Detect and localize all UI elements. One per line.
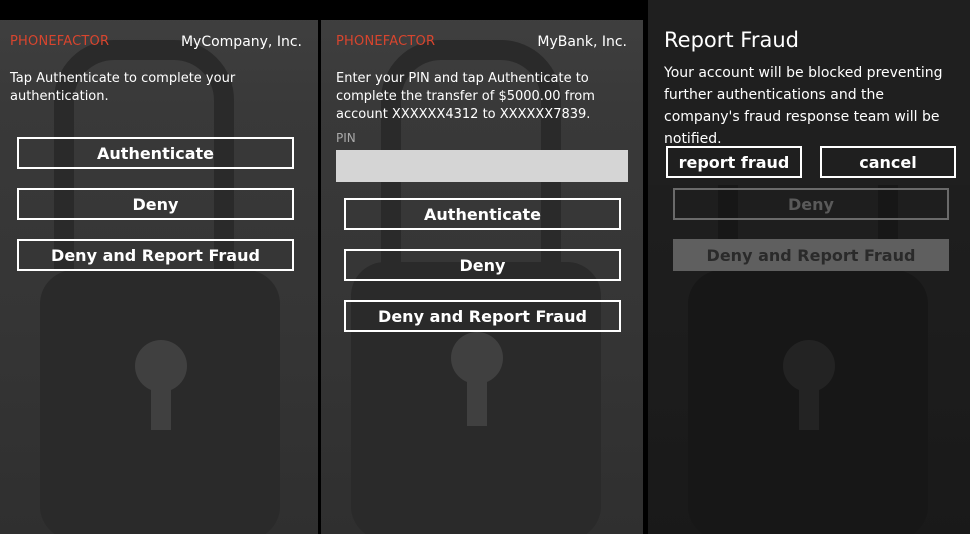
- dialog-title: Report Fraud: [664, 28, 799, 52]
- deny-button[interactable]: Deny: [17, 188, 294, 220]
- brand-label: PHONEFACTOR: [10, 34, 110, 49]
- deny-button: Deny: [673, 188, 949, 220]
- pin-input[interactable]: [336, 150, 628, 182]
- lock-icon: [40, 40, 280, 534]
- pin-label: PIN: [336, 131, 356, 145]
- screen-authenticate: PHONEFACTOR MyCompany, Inc. Tap Authenti…: [0, 0, 318, 534]
- company-name: MyBank, Inc.: [537, 34, 627, 50]
- transfer-message: Enter your PIN and tap Authenticate to c…: [336, 71, 595, 122]
- company-name: MyCompany, Inc.: [180, 34, 302, 50]
- screen-pin-authenticate: PHONEFACTOR MyBank, Inc. Enter your PIN …: [321, 0, 643, 534]
- report-fraud-dialog: Report Fraud Your account will be blocke…: [648, 0, 970, 185]
- deny-button[interactable]: Deny: [344, 249, 621, 281]
- brand-label: PHONEFACTOR: [336, 34, 436, 49]
- cancel-button[interactable]: cancel: [820, 146, 956, 178]
- deny-report-fraud-button: Deny and Report Fraud: [673, 239, 949, 271]
- report-fraud-button[interactable]: report fraud: [666, 146, 802, 178]
- deny-report-fraud-button[interactable]: Deny and Report Fraud: [17, 239, 294, 271]
- screen-report-fraud-dialog: Deny Deny and Report Fraud Report Fraud …: [648, 0, 970, 534]
- dialog-message: Your account will be blocked preventing …: [664, 65, 943, 147]
- auth-message: Tap Authenticate to complete your authen…: [10, 71, 236, 104]
- deny-report-fraud-button[interactable]: Deny and Report Fraud: [344, 300, 621, 332]
- status-bar: [0, 0, 318, 20]
- authenticate-button[interactable]: Authenticate: [17, 137, 294, 169]
- authenticate-button[interactable]: Authenticate: [344, 198, 621, 230]
- status-bar: [321, 0, 643, 20]
